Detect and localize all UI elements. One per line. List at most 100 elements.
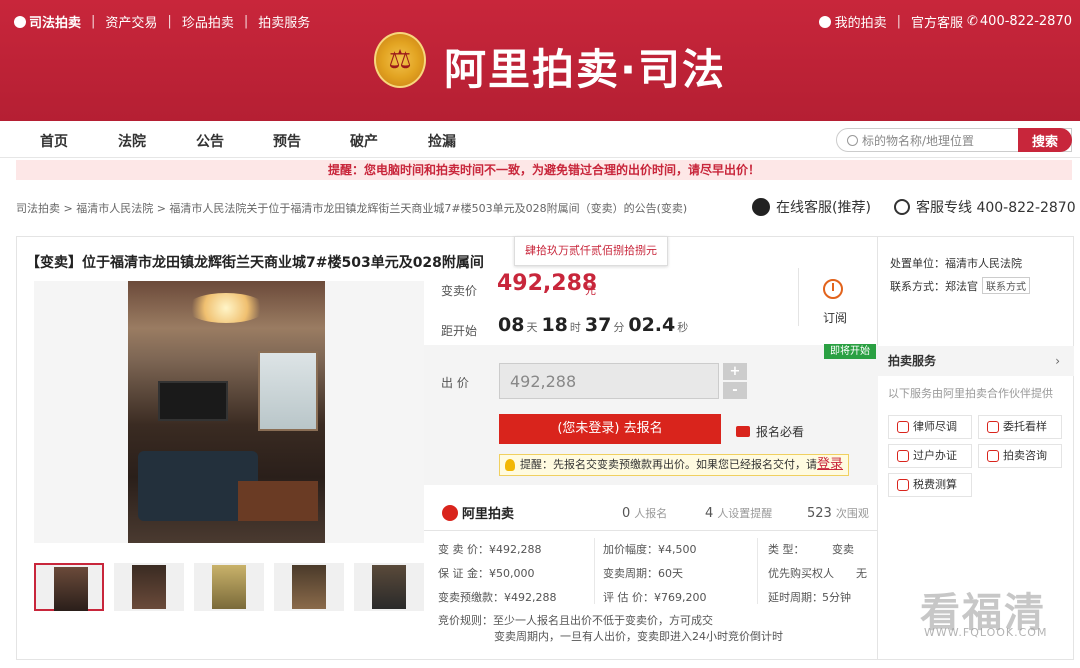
headset-icon — [752, 198, 770, 216]
info-priority-key: 优先购买权人 — [768, 567, 834, 580]
reminder-label: 人设置提醒 — [717, 507, 773, 520]
price-capital-tooltip: 肆拾玖万贰仟贰佰捌拾捌元 — [514, 236, 668, 266]
thumbnail[interactable] — [194, 563, 264, 611]
consult-button[interactable]: 拍卖咨询 — [978, 444, 1062, 468]
info-cycle: 变卖周期：60天 — [603, 567, 683, 580]
info-sale-price: 变 卖 价：¥492,288 — [438, 543, 542, 556]
divider — [424, 530, 878, 531]
countdown-seconds-unit: 秒 — [677, 321, 689, 334]
thumbnail[interactable] — [114, 563, 184, 611]
signup-value: 0 — [622, 506, 631, 521]
transfer-button[interactable]: 过户办证 — [888, 444, 972, 468]
chevron-right-icon: › — [1055, 354, 1060, 368]
login-link[interactable]: 登录 — [817, 457, 843, 472]
contact-info: 联系方式：郑法官 联系方式 — [890, 277, 1030, 294]
info-appraisal: 评 估 价：¥769,200 — [603, 591, 707, 604]
rule-line: 至少一人报名且出价不低于变卖价，方可成交 — [493, 614, 713, 627]
bid-label: 出 价 — [441, 376, 469, 390]
phone-icon — [894, 199, 910, 215]
nav-bargain[interactable]: 捡漏 — [428, 131, 456, 151]
rules-label: 竞价规则： — [438, 614, 493, 627]
current-price: 492,288 — [497, 271, 598, 296]
site-logo[interactable]: 阿里拍卖·司法 — [444, 36, 726, 97]
phone-number: 400-822-2870 — [979, 14, 1072, 29]
contact-label: 联系方式：郑法官 — [890, 280, 978, 293]
watermark-url: WWW.FQLOOK.COM — [924, 626, 1048, 639]
nav-notice[interactable]: 公告 — [196, 131, 224, 151]
online-service-link[interactable]: 在线客服(推荐) — [752, 197, 871, 217]
thumbnail[interactable] — [354, 563, 424, 611]
must-read-link[interactable]: 报名必看 — [736, 423, 804, 440]
divider: | — [167, 14, 172, 29]
signup-label: 人报名 — [634, 507, 668, 520]
button-label: 拍卖咨询 — [1003, 449, 1047, 462]
button-label: 委托看样 — [1003, 420, 1047, 433]
contact-button[interactable]: 联系方式 — [982, 277, 1030, 294]
site-header: 司法拍卖 | 资产交易 | 珍品拍卖 | 拍卖服务 我的拍卖 | 官方客服 ✆ … — [0, 0, 1080, 121]
button-label: 过户办证 — [913, 449, 957, 462]
top-link-treasure[interactable]: 珍品拍卖 — [182, 12, 234, 31]
subscribe-button[interactable]: 订阅 — [823, 309, 847, 326]
view-label: 次围观 — [835, 507, 869, 520]
alarm-clock-icon[interactable] — [823, 279, 843, 299]
top-link-asset[interactable]: 资产交易 — [105, 12, 157, 31]
photo-window — [258, 351, 318, 431]
disposal-unit: 处置单位：福清市人民法院 — [890, 257, 1022, 270]
photo-table — [238, 481, 318, 521]
lawyer-check-button[interactable]: 律师尽调 — [888, 415, 972, 439]
countdown: 08 天 18 时 37 分 02.4 秒 — [498, 314, 692, 336]
info-increment: 加价幅度：¥4,500 — [603, 543, 697, 556]
auction-service-title: 拍卖服务 — [888, 354, 937, 368]
divider: | — [91, 14, 96, 29]
decrease-bid-button[interactable]: - — [723, 382, 747, 399]
item-title: 【变卖】位于福清市龙田镇龙辉街兰天商业城7#楼503单元及028附属间 — [26, 255, 484, 271]
hotline: 客服专线 400-822-2870 — [894, 197, 1076, 217]
thumbnail[interactable] — [274, 563, 344, 611]
auction-service-header[interactable]: 拍卖服务 › — [878, 346, 1074, 376]
nav-court[interactable]: 法院 — [118, 131, 146, 151]
official-service-link[interactable]: 官方客服 — [911, 12, 963, 31]
my-auction-link[interactable]: 我的拍卖 — [835, 12, 887, 31]
online-service-label: 在线客服(推荐) — [776, 200, 871, 216]
user-icon — [818, 15, 831, 28]
button-label: 律师尽调 — [913, 420, 957, 433]
divider: | — [243, 14, 249, 29]
signup-count: 0 人报名 — [622, 505, 667, 521]
tax-calculator-button[interactable]: 税费测算 — [888, 473, 972, 497]
register-button[interactable]: (您未登录) 去报名 — [499, 414, 721, 444]
bid-input[interactable]: 492,288 — [499, 363, 719, 399]
countdown-minutes-unit: 分 — [613, 321, 625, 334]
info-priority-value: 无 — [856, 567, 867, 580]
lawyer-icon — [897, 421, 909, 433]
time-warning-banner: 提醒：您电脑时间和拍卖时间不一致，为避免错过合理的出价时间，请尽早出价！ — [16, 160, 1072, 180]
countdown-seconds: 02.4 — [628, 314, 676, 336]
entrust-viewing-button[interactable]: 委托看样 — [978, 415, 1062, 439]
bidding-rules: 竞价规则：至少一人报名且出价不低于变卖价，方可成交 变卖周期内，一旦有人出价，变… — [438, 613, 783, 645]
breadcrumb[interactable]: 司法拍卖 > 福清市人民法院 > 福清市人民法院关于位于福清市龙田镇龙辉街兰天商… — [16, 200, 687, 216]
rule-line: 变卖周期内，一旦有人出价，变卖即进入24小时竞价倒计时 — [494, 630, 783, 643]
ali-auction-label: 阿里拍卖 — [462, 507, 515, 522]
view-value: 523 — [807, 506, 832, 521]
phone-icon: ✆ — [967, 14, 978, 29]
info-type-key: 类 型： — [768, 543, 805, 556]
court-emblem-icon: ⚖ — [374, 32, 426, 88]
increase-bid-button[interactable]: + — [723, 363, 747, 380]
search-placeholder: 标的物名称/地理位置 — [862, 133, 975, 148]
countdown-days: 08 — [498, 314, 525, 336]
brand-link[interactable]: 司法拍卖 — [14, 12, 81, 31]
person-icon — [897, 450, 909, 462]
search-button[interactable]: 搜索 — [1018, 128, 1072, 152]
info-delay-key: 延时周期： — [768, 591, 823, 604]
top-link-service[interactable]: 拍卖服务 — [258, 12, 310, 31]
must-read-label: 报名必看 — [756, 425, 805, 439]
countdown-hours-unit: 时 — [569, 321, 581, 334]
nav-bankruptcy[interactable]: 破产 — [350, 131, 378, 151]
ali-auction-icon — [442, 504, 458, 521]
photo-tv — [158, 381, 228, 421]
nav-preview[interactable]: 预告 — [273, 131, 301, 151]
info-type-value: 变卖 — [832, 543, 854, 556]
nav-home[interactable]: 首页 — [40, 131, 68, 151]
service-note: 以下服务由阿里拍卖合作伙伴提供 — [888, 387, 1053, 400]
thumbnail[interactable] — [34, 563, 104, 611]
main-photo[interactable] — [128, 281, 325, 543]
